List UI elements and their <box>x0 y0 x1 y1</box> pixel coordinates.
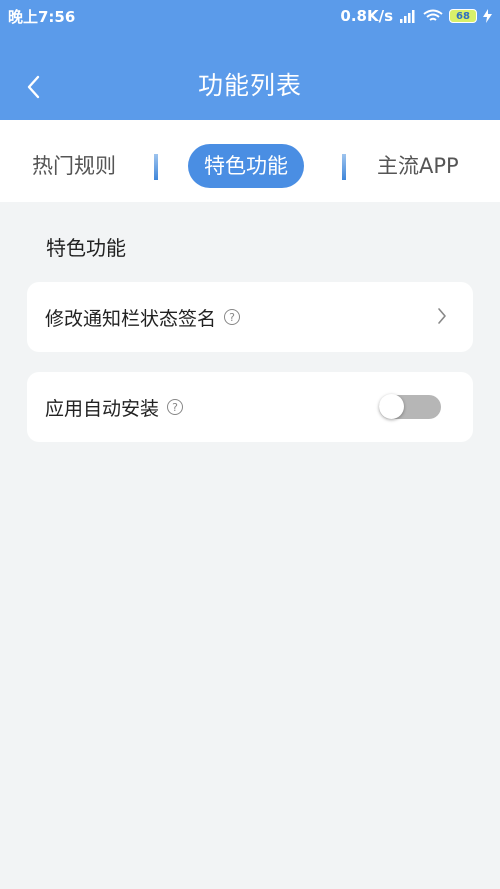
notification-signature-item[interactable]: 修改通知栏状态签名 ? <box>27 282 473 352</box>
item-label: 应用自动安装 <box>45 397 160 420</box>
wifi-icon <box>423 9 443 21</box>
signal-icon <box>400 10 415 23</box>
status-bar: 晚上7:56 0.8K/s 68 <box>0 0 500 32</box>
item-label: 修改通知栏状态签名 <box>45 307 217 330</box>
status-time: 晚上7:56 <box>8 7 76 26</box>
auto-install-item: 应用自动安装 ? <box>27 372 473 442</box>
tab-divider <box>154 154 158 180</box>
network-speed: 0.8K/s <box>340 7 393 25</box>
tab-hot-rules[interactable]: 热门规则 <box>32 144 116 188</box>
battery-icon: 68 <box>449 9 477 23</box>
toggle-knob <box>379 394 404 419</box>
tab-mainstream-apps[interactable]: 主流APP <box>377 144 459 188</box>
section-title: 特色功能 <box>46 236 126 260</box>
help-icon[interactable]: ? <box>167 399 184 415</box>
tab-bar: 热门规则 特色功能 主流APP <box>0 120 500 202</box>
tab-featured[interactable]: 特色功能 <box>188 144 304 188</box>
page-title: 功能列表 <box>197 71 302 100</box>
status-indicators: 0.8K/s 68 <box>340 7 492 25</box>
help-icon[interactable]: ? <box>224 309 241 325</box>
auto-install-toggle[interactable] <box>379 394 441 419</box>
tab-divider <box>342 154 346 180</box>
app-header: 晚上7:56 0.8K/s 68 功能列表 <box>0 0 500 120</box>
charging-icon <box>483 9 492 23</box>
chevron-right-icon <box>438 308 446 324</box>
